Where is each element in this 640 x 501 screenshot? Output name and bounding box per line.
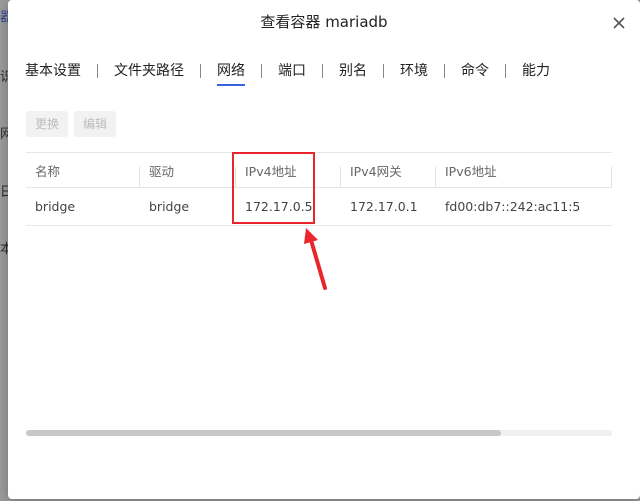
column-header-ipv4-address: IPv4地址: [236, 161, 341, 187]
tab-divider: [444, 64, 445, 78]
column-header-name: 名称: [26, 161, 140, 187]
tab-divider: [505, 64, 506, 78]
tab-command[interactable]: 命令: [453, 60, 497, 82]
tab-aliases[interactable]: 别名: [331, 60, 375, 82]
tab-ports[interactable]: 端口: [270, 60, 314, 82]
tab-divider: [322, 64, 323, 78]
cell-ipv6-address: fd00:db7::242:ac11:5: [445, 199, 581, 214]
tab-basic-settings[interactable]: 基本设置: [25, 60, 89, 82]
tab-folder-paths[interactable]: 文件夹路径: [106, 60, 192, 82]
dialog-title: 查看容器 mariadb: [260, 13, 388, 31]
scrollbar-thumb[interactable]: [26, 430, 501, 436]
annotation-arrow-icon: [304, 228, 327, 290]
tab-divider: [383, 64, 384, 78]
replace-button[interactable]: 更换: [26, 111, 69, 137]
tab-bar: 基本设置 文件夹路径 网络 端口 别名 环境 命令 能力: [25, 56, 558, 86]
close-button[interactable]: [610, 14, 628, 32]
column-header-driver: 驱动: [140, 161, 236, 187]
tab-divider: [200, 64, 201, 78]
tab-divider: [97, 64, 98, 78]
column-header-ipv4-gateway: IPv4网关: [341, 161, 436, 187]
column-header-ipv6-address: IPv6地址: [436, 161, 612, 187]
view-container-dialog: 查看容器 mariadb 基本设置 文件夹路径 网络 端口 别名 环境 命令 能…: [8, 0, 640, 499]
tab-network[interactable]: 网络: [209, 60, 253, 86]
toolbar: 更换 编辑: [26, 111, 117, 137]
tab-capabilities[interactable]: 能力: [514, 60, 558, 82]
tab-divider: [261, 64, 262, 78]
cell-driver: bridge: [149, 199, 190, 214]
table-row[interactable]: bridge bridge 172.17.0.5 172.17.0.1 fd00…: [26, 188, 612, 226]
edit-button[interactable]: 编辑: [74, 111, 117, 137]
cell-name: bridge: [35, 199, 76, 214]
tab-environment[interactable]: 环境: [392, 60, 436, 82]
cell-ipv4-gateway: 172.17.0.1: [350, 199, 418, 214]
network-table: 名称 驱动 IPv4地址 IPv4网关 IPv6地址 bridge bridge…: [26, 152, 612, 226]
table-header: 名称 驱动 IPv4地址 IPv4网关 IPv6地址: [26, 153, 612, 188]
horizontal-scrollbar[interactable]: [26, 430, 612, 436]
cell-ipv4-address: 172.17.0.5: [245, 199, 313, 214]
close-icon: [613, 17, 625, 29]
